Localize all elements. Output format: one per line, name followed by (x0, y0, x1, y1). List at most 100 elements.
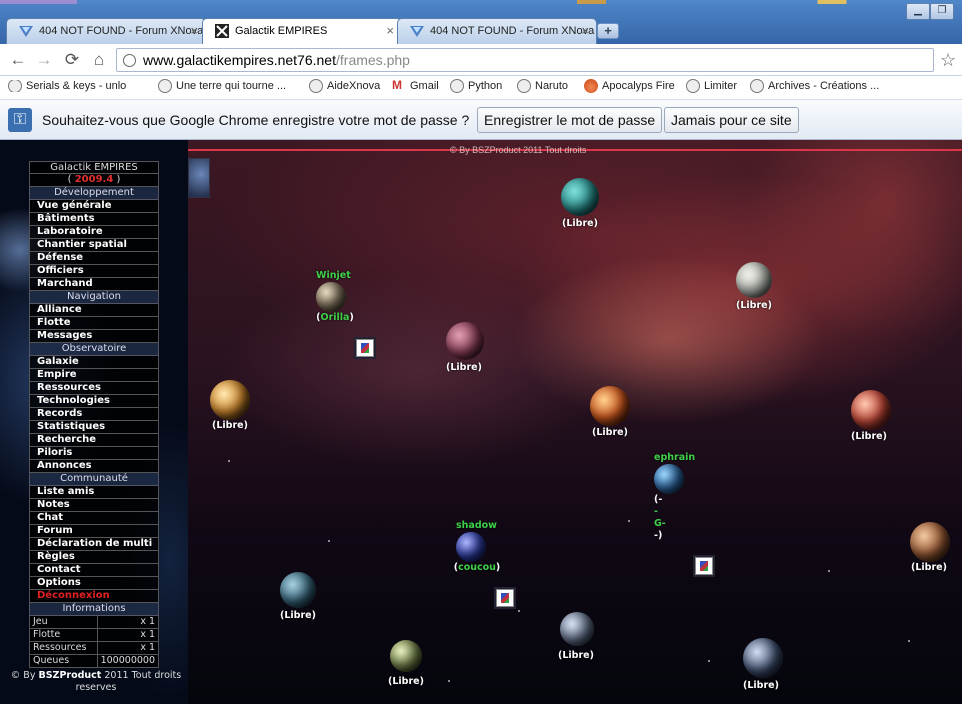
planet-free-7[interactable] (910, 522, 950, 562)
planet-free-3[interactable] (446, 322, 484, 360)
minimize-icon[interactable]: ▁ (906, 3, 930, 20)
close-icon[interactable]: × (190, 23, 198, 38)
planet-coucou[interactable] (456, 532, 486, 562)
version-number: 2009.4 (74, 174, 114, 185)
planet-free-6[interactable] (851, 390, 891, 430)
menu-records[interactable]: Records (29, 408, 159, 421)
back-arrow-icon[interactable]: ← (8, 50, 28, 70)
save-password-button[interactable]: Enregistrer le mot de passe (477, 107, 663, 133)
menu-liste-amis[interactable]: Liste amis (29, 486, 159, 499)
menu-flotte[interactable]: Flotte (29, 317, 159, 330)
bookmark-aidexnova[interactable]: AideXnova (309, 79, 381, 93)
menu-defense[interactable]: Défense (29, 252, 159, 265)
bookmark-label: Gmail (410, 80, 439, 92)
restore-icon[interactable]: ❐ (930, 3, 954, 20)
star-dot (908, 640, 910, 642)
footer-prefix: © By (10, 670, 39, 681)
planet-free-4[interactable] (210, 380, 250, 420)
menu-deconnexion[interactable]: Déconnexion (29, 590, 159, 603)
menu-contact[interactable]: Contact (29, 564, 159, 577)
planet-ephrain[interactable] (654, 464, 684, 494)
bookmark-terre[interactable]: Une terre qui tourne ... (158, 79, 286, 93)
menu-technologies[interactable]: Technologies (29, 395, 159, 408)
bookmark-star-icon[interactable]: ☆ (940, 50, 956, 71)
forward-arrow-icon[interactable]: → (34, 50, 54, 70)
bookmark-limiter[interactable]: Limiter (686, 79, 737, 93)
menu-batiments[interactable]: Bâtiments (29, 213, 159, 226)
planet-label: (Libre) (743, 680, 779, 691)
bookmark-label: AideXnova (327, 80, 381, 92)
menu-officiers[interactable]: Officiers (29, 265, 159, 278)
menu-empire[interactable]: Empire (29, 369, 159, 382)
planet-owner-shadow[interactable]: shadow (456, 520, 497, 531)
bookmark-label: Serials & keys - unlock (26, 80, 126, 92)
tab-strip: 404 NOT FOUND - Forum XNova × Galactik E… (0, 0, 962, 45)
globe-icon (450, 79, 464, 93)
menu-messages[interactable]: Messages (29, 330, 159, 343)
planet-free-8[interactable] (280, 572, 316, 608)
game-menu: Galactik EMPIRES ( 2009.4 ) Développemen… (29, 161, 159, 668)
xnova-icon (19, 26, 33, 37)
bookmark-apocalyps[interactable]: Apocalyps Fire (584, 79, 675, 93)
bookmarks-bar: Serials & keys - unlock Une terre qui to… (0, 76, 962, 100)
globe-icon (123, 54, 136, 67)
planet-free-2[interactable] (736, 262, 772, 298)
menu-ressources[interactable]: Ressources (29, 382, 159, 395)
tab-forum-xnova-2[interactable]: 404 NOT FOUND - Forum XNova × (397, 18, 597, 44)
fire-icon (584, 79, 598, 93)
tab-title: 404 NOT FOUND - Forum XNova (430, 25, 595, 37)
planet-owner-winjet[interactable]: Winjet (316, 270, 351, 281)
menu-notes[interactable]: Notes (29, 499, 159, 512)
planet-label: (Libre) (212, 420, 248, 431)
section-informations: Informations (29, 603, 159, 616)
menu-recherche[interactable]: Recherche (29, 434, 159, 447)
planet-free-11[interactable] (743, 638, 783, 678)
menu-vue-generale[interactable]: Vue générale (29, 200, 159, 213)
tab-forum-xnova-1[interactable]: 404 NOT FOUND - Forum XNova × (6, 18, 206, 44)
menu-declaration-multi[interactable]: Déclaration de multi (29, 538, 159, 551)
bookmark-label: Apocalyps Fire (602, 80, 675, 92)
bookmark-serials[interactable]: Serials & keys - unlock (8, 80, 126, 92)
never-for-site-button[interactable]: Jamais pour ce site (664, 107, 799, 133)
menu-regles[interactable]: Règles (29, 551, 159, 564)
reload-icon[interactable]: ⟳ (62, 50, 82, 70)
bookmark-python[interactable]: Python (450, 79, 502, 93)
planet-free-10[interactable] (390, 640, 422, 672)
planet-label-ephrain: (- - G- -) (654, 494, 666, 542)
planet-owner-ephrain[interactable]: ephrain (654, 452, 695, 463)
menu-chantier-spatial[interactable]: Chantier spatial (29, 239, 159, 252)
message-player-icon[interactable] (695, 557, 713, 575)
bookmark-archives[interactable]: Archives - Créations ... (750, 79, 879, 93)
bookmark-gmail[interactable]: M Gmail (392, 78, 439, 92)
menu-options[interactable]: Options (29, 577, 159, 590)
close-icon[interactable]: × (581, 23, 589, 38)
star-dot (628, 520, 630, 522)
info-row-ressources: Ressources x 1 (29, 642, 159, 655)
planet-free-1[interactable] (561, 178, 599, 216)
menu-forum[interactable]: Forum (29, 525, 159, 538)
info-value: x 1 (140, 629, 155, 640)
planet-name: Orilla (320, 312, 350, 323)
planet-label-coucou: (coucou) (453, 562, 501, 573)
menu-statistiques[interactable]: Statistiques (29, 421, 159, 434)
game-version: ( 2009.4 ) (29, 174, 159, 187)
message-player-icon[interactable] (356, 339, 374, 357)
new-tab-button[interactable]: + (597, 23, 619, 39)
menu-piloris[interactable]: Piloris (29, 447, 159, 460)
message-player-icon[interactable] (496, 589, 514, 607)
planet-orilla[interactable] (316, 282, 346, 312)
menu-chat[interactable]: Chat (29, 512, 159, 525)
tab-galactik-empires[interactable]: Galactik EMPIRES × (202, 18, 402, 45)
planet-free-9[interactable] (560, 612, 594, 646)
close-icon[interactable]: × (386, 23, 394, 38)
key-icon: ⚿ (8, 108, 32, 132)
menu-galaxie[interactable]: Galaxie (29, 356, 159, 369)
menu-laboratoire[interactable]: Laboratoire (29, 226, 159, 239)
home-icon[interactable]: ⌂ (89, 50, 109, 70)
bookmark-naruto[interactable]: Naruto (517, 79, 568, 93)
menu-annonces[interactable]: Annonces (29, 460, 159, 473)
address-bar[interactable]: www.galactikempires.net76.net/frames.php (116, 48, 934, 72)
planet-free-5[interactable] (590, 386, 630, 426)
menu-alliance[interactable]: Alliance (29, 304, 159, 317)
menu-marchand[interactable]: Marchand (29, 278, 159, 291)
